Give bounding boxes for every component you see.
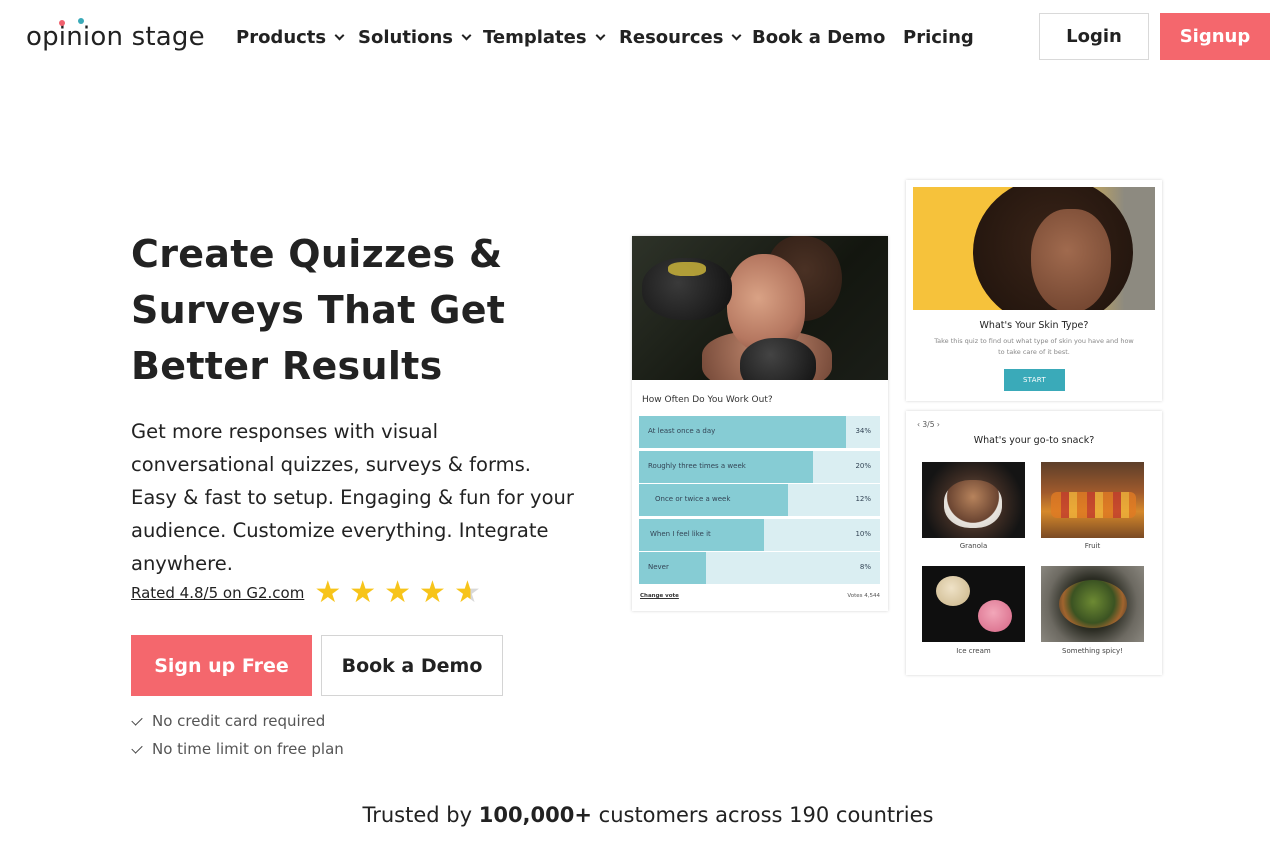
nav-book-demo-label: Book a Demo <box>752 26 886 48</box>
skin-quiz-subtitle: Take this quiz to find out what type of … <box>934 337 1134 356</box>
poll-option[interactable]: Never 8% <box>639 552 880 584</box>
chevron-down-icon <box>334 30 345 40</box>
logo[interactable]: opinion stage <box>26 18 205 52</box>
poll-option[interactable]: When I feel like it 10% <box>639 519 880 551</box>
snack-option-fruit-image[interactable] <box>1041 462 1144 538</box>
poll-option-label: At least once a day <box>648 427 716 435</box>
snack-option-icecream-image[interactable] <box>922 566 1025 642</box>
chevron-left-icon[interactable]: ‹ <box>917 420 920 429</box>
poll-option[interactable]: Roughly three times a week 20% <box>639 451 880 483</box>
poll-image-boxer <box>632 236 888 380</box>
pager-label: 3/5 <box>922 420 935 429</box>
snack-option-caption: Fruit <box>1084 542 1101 550</box>
nav-resources-label: Resources <box>619 26 724 48</box>
rating-link[interactable]: Rated 4.8/5 on G2.com <box>131 584 304 602</box>
logo-dot-red <box>59 20 65 26</box>
snack-option-caption: Ice cream <box>956 647 991 655</box>
star-icon: ★ <box>349 576 377 609</box>
nav-solutions[interactable]: Solutions <box>358 24 472 50</box>
chevron-down-icon <box>461 30 472 40</box>
trusted-suffix: customers across 190 countries <box>598 803 934 827</box>
trusted-banner: Trusted by 100,000+ customers across 190… <box>0 803 1280 827</box>
poll-option-label: Never <box>648 563 669 571</box>
nav-products[interactable]: Products <box>236 24 345 50</box>
perk-item: No time limit on free plan <box>131 740 344 758</box>
snack-option-spicy-image[interactable] <box>1041 566 1144 642</box>
poll-option-percent: 12% <box>855 495 871 503</box>
signup-button[interactable]: Signup <box>1160 13 1270 60</box>
skin-quiz-widget: What's Your Skin Type? Take this quiz to… <box>906 180 1162 401</box>
change-vote-link[interactable]: Change vote <box>640 593 679 599</box>
snack-option-granola-image[interactable] <box>922 462 1025 538</box>
poll-option-label: Once or twice a week <box>655 495 731 503</box>
poll-option-label: When I feel like it <box>650 530 711 538</box>
book-demo-button[interactable]: Book a Demo <box>321 635 503 696</box>
perk-label: No credit card required <box>152 712 326 730</box>
snack-quiz-widget: ‹ 3/5 › What's your go-to snack? Granola… <box>906 411 1162 675</box>
star-icon: ★ <box>314 576 342 609</box>
nav-pricing-label: Pricing <box>903 26 974 48</box>
trusted-count: 100,000+ <box>478 803 592 827</box>
nav-templates-label: Templates <box>483 26 587 48</box>
nav-products-label: Products <box>236 26 327 48</box>
hero-title: Create Quizzes & Surveys That Get Better… <box>131 232 506 388</box>
star-icon: ★ <box>419 576 446 609</box>
poll-widget: How Often Do You Work Out? At least once… <box>632 236 888 611</box>
poll-question: How Often Do You Work Out? <box>642 395 773 405</box>
skin-quiz-image <box>913 187 1155 310</box>
nav-templates[interactable]: Templates <box>483 24 606 50</box>
trusted-prefix: Trusted by <box>362 803 473 827</box>
perk-label: No time limit on free plan <box>152 740 344 758</box>
perk-item: No credit card required <box>131 712 325 730</box>
poll-option-label: Roughly three times a week <box>648 462 746 470</box>
quiz-pager: ‹ 3/5 › <box>917 420 940 429</box>
hero-description: Get more responses with visual conversat… <box>131 420 574 575</box>
login-button[interactable]: Login <box>1039 13 1149 60</box>
poll-option-percent: 34% <box>855 427 871 435</box>
nav-pricing[interactable]: Pricing <box>903 24 974 50</box>
poll-option[interactable]: Once or twice a week 12% <box>639 484 880 516</box>
vote-count: Votes 4,544 <box>847 593 880 599</box>
rating: Rated 4.8/5 on G2.com ★ ★ ★ ★ ★ <box>131 578 489 608</box>
nav-book-demo[interactable]: Book a Demo <box>752 24 885 50</box>
star-half-icon: ★ <box>453 576 481 609</box>
chevron-down-icon <box>595 30 606 40</box>
snack-quiz-question: What's your go-to snack? <box>973 435 1095 446</box>
star-icon: ★ <box>384 576 412 609</box>
poll-option-percent: 10% <box>855 530 871 538</box>
checkmark-icon <box>131 741 143 754</box>
top-nav: opinion stage Products Solutions Templat… <box>0 0 1280 74</box>
start-quiz-button[interactable]: START <box>1004 369 1065 391</box>
checkmark-icon <box>131 713 143 726</box>
poll-option-percent: 20% <box>855 462 871 470</box>
skin-quiz-title: What's Your Skin Type? <box>979 320 1089 331</box>
sign-up-free-button[interactable]: Sign up Free <box>131 635 312 696</box>
logo-dot-teal <box>78 18 84 24</box>
logo-text: opinion stage <box>26 22 205 52</box>
nav-resources[interactable]: Resources <box>619 24 742 50</box>
snack-option-caption: Granola <box>959 542 988 550</box>
chevron-right-icon[interactable]: › <box>937 420 940 429</box>
nav-solutions-label: Solutions <box>358 26 453 48</box>
poll-option[interactable]: At least once a day 34% <box>639 416 880 448</box>
snack-option-caption: Something spicy! <box>1062 647 1123 655</box>
poll-option-percent: 8% <box>859 563 871 571</box>
chevron-down-icon <box>731 30 742 40</box>
